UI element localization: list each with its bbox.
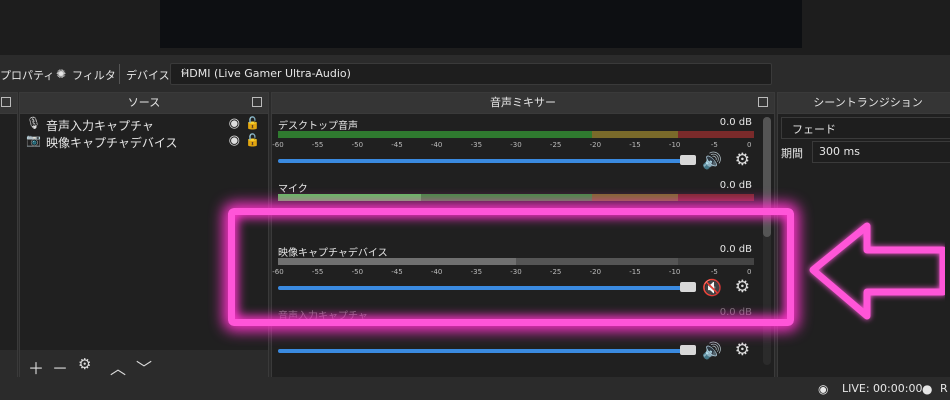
rec-status: R — [940, 382, 948, 395]
dock-float-icon[interactable] — [758, 97, 768, 107]
volume-slider-handle[interactable] — [680, 155, 696, 165]
speaker-icon[interactable]: 🔊 — [702, 341, 722, 360]
duration-input[interactable]: 300 ms — [812, 141, 950, 163]
filter-icon: ✺ — [56, 67, 67, 81]
mixer-channel-mic: マイク 0.0 dB — [276, 180, 754, 210]
meter-tick: -25 — [549, 141, 562, 149]
volume-meter — [278, 194, 754, 201]
gear-icon[interactable]: ⚙ — [735, 340, 750, 360]
scenes-dock-footer — [0, 350, 17, 378]
updown-chevron-icon: ◇ — [181, 67, 188, 77]
sources-dock-header: ソース — [20, 93, 268, 114]
transition-select-value: フェード — [792, 123, 836, 136]
dock-float-icon[interactable] — [252, 97, 262, 107]
volume-slider[interactable] — [278, 349, 682, 353]
source-item[interactable]: 📷 映像キャプチャデバイス ◉ 🔓 — [22, 133, 266, 150]
sources-dock-footer: ＋ － ⚙ ︿ ﹀ — [20, 350, 268, 378]
live-status: LIVE: 00:00:00 — [842, 382, 923, 395]
mixer-channel-desktop-audio: デスクトップ音声 0.0 dB -60 -55 -50 -45 -40 -35 … — [272, 117, 754, 170]
meter-tick: -40 — [430, 141, 443, 149]
eye-icon[interactable]: ◉ — [229, 133, 240, 148]
sources-title: ソース — [127, 96, 161, 109]
source-item-label: 音声入力キャプチャ — [46, 119, 154, 133]
duration-value: 300 ms — [819, 145, 860, 158]
eye-icon[interactable]: ◉ — [229, 116, 240, 131]
arrow-left-icon — [809, 222, 945, 320]
speaker-icon[interactable]: 🔊 — [702, 151, 722, 170]
broadcast-icon: ◉ — [818, 382, 829, 396]
audio-mixer-header: 音声ミキサー — [272, 93, 774, 114]
transition-select[interactable]: フェード — [781, 117, 950, 139]
meter-tick: -50 — [351, 141, 364, 149]
audio-mixer-title: 音声ミキサー — [490, 96, 556, 109]
volume-slider[interactable] — [278, 159, 682, 163]
channel-name: マイク — [278, 184, 308, 195]
lock-icon[interactable]: 🔓 — [245, 133, 260, 147]
status-bar: ◉ LIVE: 00:00:00 ● R — [0, 377, 950, 400]
meter-tick: -10 — [668, 141, 681, 149]
scenes-dock — [0, 92, 18, 379]
remove-source-button[interactable]: － — [52, 355, 68, 379]
scene-transitions-title: シーントランジション — [813, 96, 923, 109]
properties-button[interactable]: プロパティ — [0, 67, 54, 83]
preview-area — [0, 0, 950, 55]
scene-transitions-header: シーントランジション — [778, 93, 950, 114]
dock-float-icon[interactable] — [1, 97, 11, 107]
gear-icon[interactable]: ⚙ — [735, 150, 750, 170]
channel-db: 0.0 dB — [719, 180, 752, 191]
meter-tick: -15 — [629, 141, 641, 149]
meter-ticks: -60 -55 -50 -45 -40 -35 -30 -25 -20 -15 … — [272, 141, 754, 151]
volume-meter — [278, 131, 754, 138]
channel-db: 0.0 dB — [719, 117, 752, 128]
preview-canvas[interactable] — [160, 0, 802, 48]
meter-tick: -5 — [710, 141, 718, 149]
meter-tick: -55 — [311, 141, 324, 149]
meter-tick: -30 — [510, 141, 522, 149]
highlight-box — [228, 208, 794, 326]
device-label: デバイス — [126, 69, 170, 82]
meter-tick: 0 — [747, 141, 752, 149]
channel-name: デスクトップ音声 — [278, 121, 358, 132]
meter-tick: -60 — [272, 141, 284, 149]
scenes-dock-header — [0, 93, 17, 114]
microphone-icon: 🎙 — [26, 116, 42, 130]
source-item-label: 映像キャプチャデバイス — [46, 136, 178, 150]
source-properties-gear-icon[interactable]: ⚙ — [78, 355, 91, 373]
toolbar-divider — [119, 64, 120, 84]
rec-dot-icon: ● — [922, 382, 933, 396]
move-down-button[interactable]: ﹀ — [136, 355, 152, 379]
move-up-button[interactable]: ︿ — [110, 355, 126, 379]
volume-slider-handle[interactable] — [680, 345, 696, 355]
add-source-button[interactable]: ＋ — [28, 355, 44, 379]
device-select[interactable]: HDMI (Live Gamer Ultra-Audio) ◇ — [170, 63, 772, 85]
camera-icon: 📷 — [26, 133, 41, 147]
source-item[interactable]: 🎙 音声入力キャプチャ ◉ 🔓 — [22, 116, 266, 133]
meter-tick: -20 — [589, 141, 602, 149]
meter-tick: -45 — [391, 141, 403, 149]
filters-button[interactable]: フィルタ — [72, 67, 116, 83]
lock-icon[interactable]: 🔓 — [245, 116, 260, 130]
meter-tick: -35 — [470, 141, 483, 149]
duration-label: 期間 — [781, 147, 803, 160]
